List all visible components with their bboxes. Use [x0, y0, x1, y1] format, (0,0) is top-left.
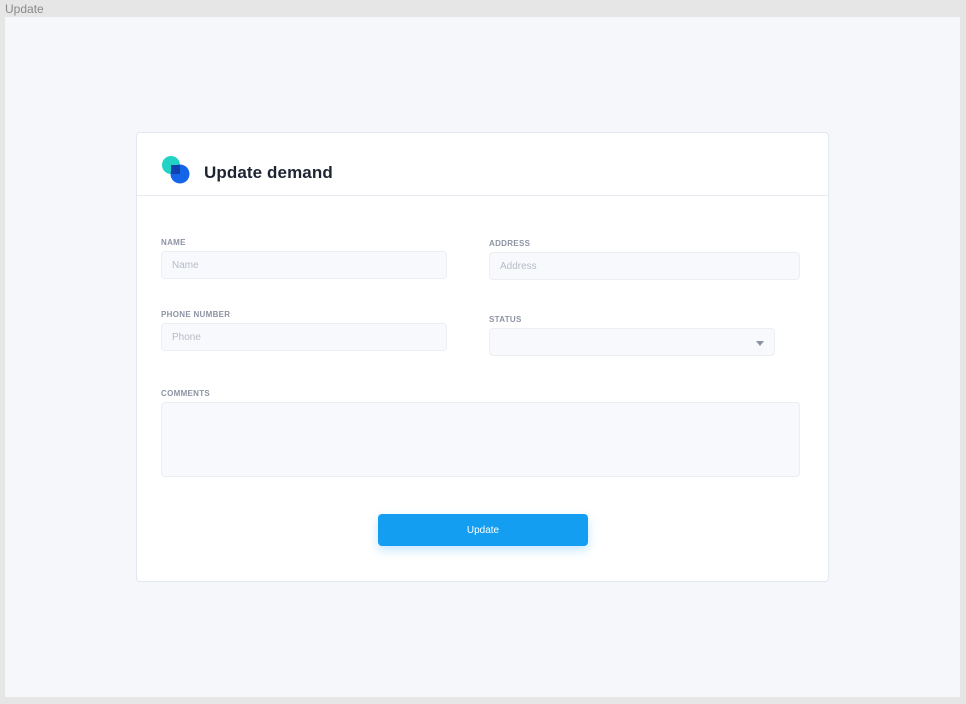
caret-down-icon[interactable]: [756, 341, 764, 346]
frame-title: Update: [5, 2, 44, 16]
name-input[interactable]: [161, 251, 447, 279]
name-label: NAME: [161, 238, 186, 247]
canvas: Update demand NAME ADDRESS PHONE NUMBER …: [5, 17, 960, 697]
phone-input[interactable]: [161, 323, 447, 351]
comments-label: COMMENTS: [161, 389, 211, 398]
update-button[interactable]: Update: [378, 514, 588, 546]
comments-textarea[interactable]: [161, 402, 800, 477]
card-header: Update demand: [137, 133, 828, 196]
phone-number-label: PHONE NUMBER: [161, 310, 231, 319]
page-title: Update demand: [204, 163, 333, 182]
address-label: ADDRESS: [489, 239, 531, 248]
update-demand-card: Update demand NAME ADDRESS PHONE NUMBER …: [136, 132, 829, 582]
address-input[interactable]: [489, 252, 800, 280]
overlapping-circles-logo-icon: [162, 156, 190, 184]
status-select[interactable]: [489, 328, 775, 356]
status-label: STATUS: [489, 315, 522, 324]
